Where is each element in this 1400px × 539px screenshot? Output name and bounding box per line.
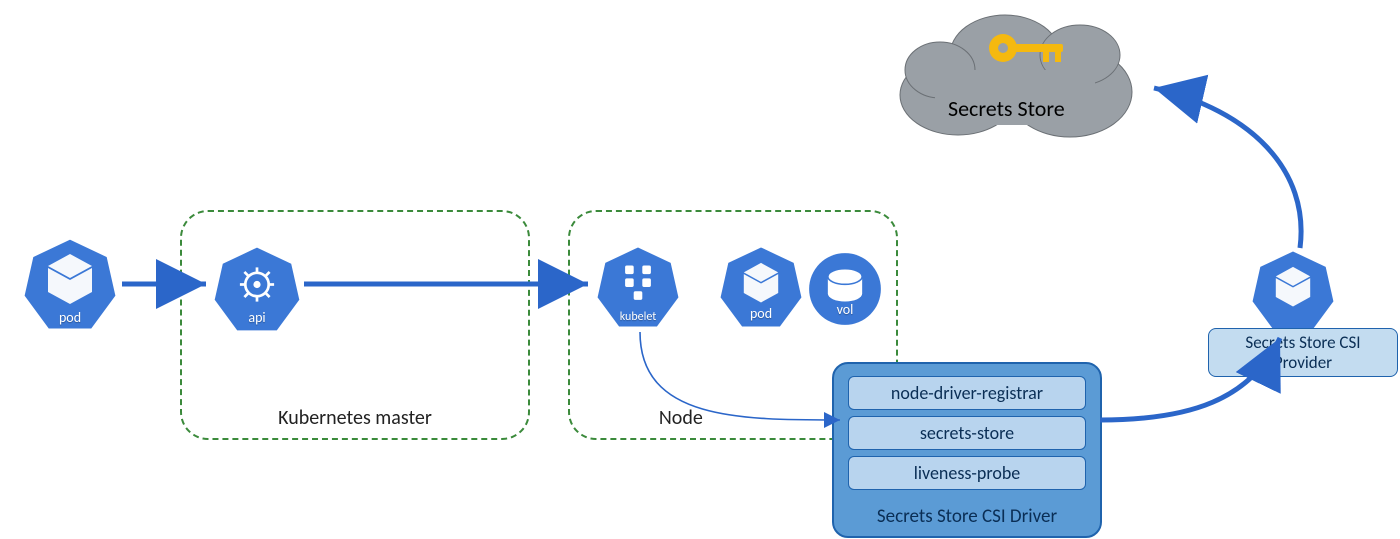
- api-icon: api: [212, 244, 302, 334]
- pod-label: pod: [59, 309, 81, 326]
- vol-icon: vol: [806, 250, 884, 328]
- pod-icon: pod: [20, 234, 120, 334]
- vol-label: vol: [837, 301, 854, 318]
- driver-item-secrets-store: secrets-store: [848, 416, 1086, 450]
- provider-label-text: Secrets Store CSIProvider: [1245, 332, 1360, 373]
- csi-driver-group: node-driver-registrar secrets-store live…: [832, 362, 1102, 538]
- provider-icon: [1250, 248, 1336, 334]
- provider-label: Secrets Store CSIProvider: [1208, 328, 1398, 377]
- kubelet-label: kubelet: [620, 310, 657, 324]
- csi-driver-title: Secrets Store CSI Driver: [834, 505, 1100, 528]
- driver-item-registrar: node-driver-registrar: [848, 376, 1086, 410]
- api-label: api: [248, 309, 265, 326]
- node-pod-label: pod: [750, 305, 772, 322]
- kubelet-icon: kubelet: [595, 244, 681, 330]
- node-pod-icon: pod: [718, 244, 804, 330]
- node-label: Node: [659, 406, 703, 430]
- kubernetes-master-label: Kubernetes master: [278, 406, 432, 430]
- secrets-store-cloud: [880, 0, 1150, 145]
- driver-item-liveness: liveness-probe: [848, 456, 1086, 490]
- diagram-canvas: Secrets Store pod Kubernetes master: [0, 0, 1400, 539]
- secrets-store-label: Secrets Store: [948, 95, 1065, 122]
- arrow-provider-to-cloud: [1154, 88, 1301, 248]
